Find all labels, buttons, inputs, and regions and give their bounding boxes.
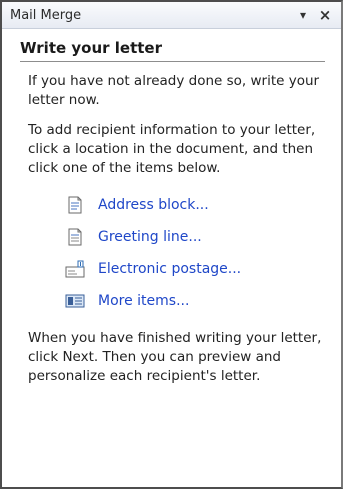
close-icon[interactable]: × <box>317 6 333 24</box>
greeting-line-label: Greeting line... <box>98 229 202 245</box>
section-heading: Write your letter <box>20 39 325 62</box>
footer-text: When you have finished writing your lett… <box>28 330 322 384</box>
more-items-link[interactable]: More items... <box>62 285 325 317</box>
pane-title: Mail Merge <box>10 7 82 23</box>
intro-text: If you have not already done so, write y… <box>28 73 320 108</box>
merge-items-list: Address block... Greeting line... Electr… <box>62 189 325 317</box>
address-block-icon <box>62 195 88 215</box>
greeting-line-link[interactable]: Greeting line... <box>62 221 325 253</box>
greeting-line-icon <box>62 227 88 247</box>
electronic-postage-label: Electronic postage... <box>98 261 242 277</box>
pane-title-bar: Mail Merge ▾ × <box>2 2 341 29</box>
mail-merge-pane: Mail Merge ▾ × Write your letter If you … <box>0 0 343 489</box>
address-block-link[interactable]: Address block... <box>62 189 325 221</box>
more-items-icon <box>62 291 88 311</box>
instructions-text: To add recipient information to your let… <box>28 122 316 176</box>
electronic-postage-link[interactable]: Electronic postage... <box>62 253 325 285</box>
electronic-postage-icon <box>62 259 88 279</box>
pane-options-dropdown-icon[interactable]: ▾ <box>295 7 311 23</box>
address-block-label: Address block... <box>98 197 209 213</box>
more-items-label: More items... <box>98 293 190 309</box>
pane-content: Write your letter If you have not alread… <box>2 29 341 386</box>
